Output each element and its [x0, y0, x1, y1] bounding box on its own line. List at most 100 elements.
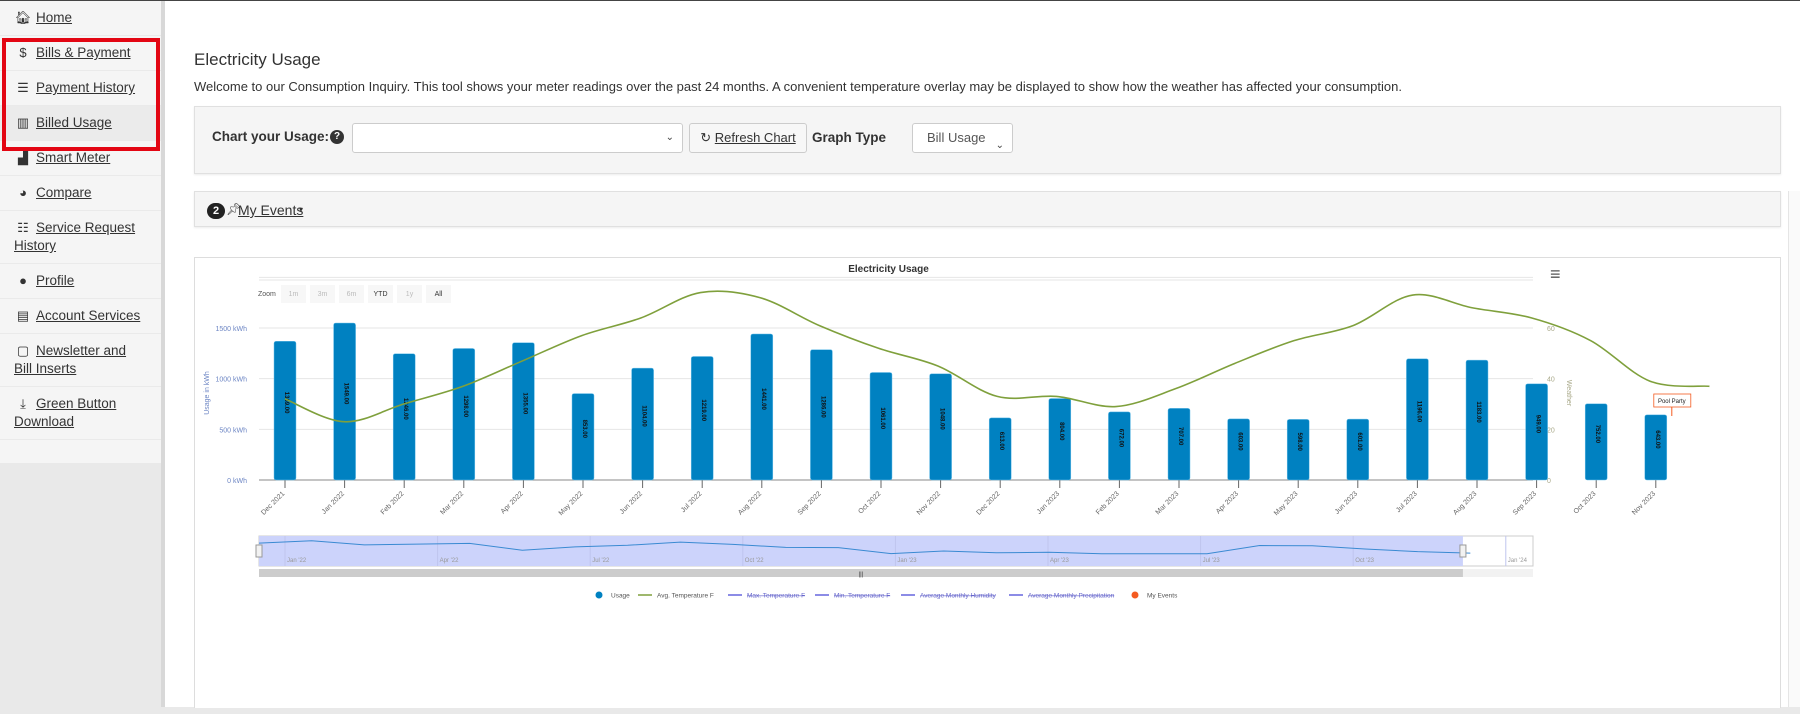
- usage-bar-label: 707.00: [1177, 427, 1183, 446]
- chart-menu-icon[interactable]: ≡: [1550, 264, 1561, 284]
- sidebar-item-billed-usage[interactable]: ▥ Billed Usage: [0, 106, 161, 141]
- zoom-button-label[interactable]: 3m: [318, 291, 328, 298]
- x-axis-tick-label: Nov 2022: [916, 490, 942, 516]
- usage-chart-container: Electricity Usage ≡ Zoom 1m 3m 6m YTD 1y All 0 kW…: [194, 257, 1781, 708]
- sidebar-item-label: Profile: [36, 273, 75, 288]
- x-axis-tick-label: Jul 2023: [1395, 490, 1419, 514]
- zoom-button-label[interactable]: YTD: [374, 291, 388, 298]
- zoom-button-label[interactable]: 1m: [289, 291, 299, 298]
- sidebar-nav: 🏠︎ Home $ Bills & Payment ☰ Payment History ▥ B…: [0, 1, 161, 463]
- x-axis-tick-label: Jun 2023: [1334, 490, 1359, 515]
- navigator-label: Apr '23: [1050, 558, 1069, 564]
- home-icon: 🏠︎: [14, 10, 32, 25]
- tasks-icon: ☷: [17, 220, 29, 235]
- x-axis-tick-label: May 2022: [558, 490, 585, 517]
- usage-bar-label: 1183.00: [1475, 401, 1481, 423]
- usage-bar-label: 1196.00: [1415, 401, 1421, 423]
- signal-icon: ▟: [18, 150, 28, 165]
- legend-symbol[interactable]: [1131, 591, 1139, 599]
- legend-item[interactable]: Average Monthly Humidity: [920, 593, 996, 600]
- x-axis-tick-label: Sep 2022: [797, 490, 823, 516]
- list-icon: ☰: [17, 80, 29, 95]
- right-axis-label: Weather: [1565, 380, 1572, 407]
- navigator-handle-right[interactable]: [1459, 544, 1467, 558]
- x-axis-tick-label: Mar 2022: [439, 490, 465, 516]
- navigator-label: Jul '22: [592, 558, 610, 564]
- legend-item[interactable]: Max. Temperature F: [747, 593, 805, 600]
- graph-type-label: Graph Type: [812, 130, 887, 145]
- download-icon: ⤓: [20, 396, 26, 411]
- sidebar-item-bills-payment[interactable]: $ Bills & Payment: [0, 36, 161, 71]
- usage-select[interactable]: ⌄: [352, 123, 683, 153]
- navigator-label: Jan '22: [287, 558, 307, 564]
- caret-down-icon: ▾: [299, 205, 304, 214]
- usage-bar-label: 752.00: [1594, 425, 1600, 444]
- scrollbar-grip-icon: |||: [859, 572, 864, 578]
- x-axis-tick-label: Mar 2023: [1155, 490, 1181, 516]
- sidebar-item-account-services[interactable]: ▤ Account Services: [0, 299, 161, 334]
- sidebar-item-label: Smart Meter: [36, 150, 111, 165]
- refresh-icon: ↻: [700, 130, 712, 145]
- sidebar-item-compare[interactable]: ◕ Compare: [0, 176, 161, 211]
- zoom-button-label[interactable]: 6m: [347, 291, 357, 298]
- right-axis-tick: 60: [1547, 326, 1555, 333]
- right-axis-tick: 20: [1547, 427, 1555, 434]
- sidebar-item-home[interactable]: 🏠︎ Home: [0, 1, 161, 36]
- left-axis-tick: 1500 kWh: [215, 326, 247, 333]
- x-axis-tick-label: Feb 2023: [1095, 490, 1121, 516]
- sidebar-item-smart-meter[interactable]: ▟ Smart Meter: [0, 141, 161, 176]
- sidebar-item-label: Home: [36, 10, 73, 25]
- dollar-icon: $: [19, 45, 27, 60]
- legend-item[interactable]: Avg. Temperature F: [657, 593, 714, 600]
- x-axis-tick-label: Sep 2023: [1512, 490, 1538, 516]
- legend-item[interactable]: My Events: [1147, 593, 1178, 600]
- graph-type-select[interactable]: Bill Usage ⌄: [912, 123, 1013, 153]
- sidebar-item-payment-history[interactable]: ☰ Payment History: [0, 71, 161, 106]
- chart-filters-panel: Chart your Usage: ? ⌄ ↻ Refresh Chart Gr…: [194, 106, 1781, 174]
- sidebar-item-profile[interactable]: ● Profile: [0, 264, 161, 299]
- page-scrollbar[interactable]: [1788, 191, 1800, 707]
- legend-item[interactable]: Min. Temperature F: [834, 593, 890, 600]
- usage-bar-label: 1104.00: [641, 405, 647, 427]
- my-events-dropdown[interactable]: My Events: [238, 202, 303, 218]
- page-description: Welcome to our Consumption Inquiry. This…: [194, 79, 1402, 94]
- x-axis-tick-label: Jan 2022: [321, 490, 346, 515]
- x-axis-tick-label: Jul 2022: [680, 490, 704, 514]
- sidebar-item-service-request-history[interactable]: ☷ Service Request History: [0, 211, 161, 264]
- usage-bar-label: 1246.00: [402, 398, 408, 420]
- chart-title: Electricity Usage: [848, 264, 929, 275]
- sidebar-item-label: Service Request History: [14, 220, 136, 253]
- file-icon: ▤: [16, 308, 30, 323]
- chevron-down-icon: ⌄: [665, 132, 674, 143]
- usage-bar-label: 601.00: [1356, 432, 1362, 451]
- sidebar-item-green-button-download[interactable]: ⤓ Green Button Download: [0, 387, 161, 440]
- usage-bar-label: 1549.00: [343, 383, 349, 405]
- sidebar-item-newsletter-and-bill-inserts[interactable]: ▢ Newsletter and Bill Inserts: [0, 334, 161, 387]
- usage-bar-label: 804.00: [1058, 422, 1064, 441]
- x-axis-tick-label: Jan 2023: [1036, 490, 1061, 515]
- usage-bar-label: 1061.00: [879, 407, 885, 429]
- avg-temperature-line: [284, 290, 1710, 423]
- navigator-label: Oct '22: [745, 558, 764, 564]
- refresh-chart-label: Refresh Chart: [714, 130, 796, 145]
- zoom-label: Zoom: [258, 291, 276, 298]
- help-icon[interactable]: ?: [330, 130, 344, 144]
- usage-bar-label: 1286.00: [819, 396, 825, 418]
- legend-item[interactable]: Usage: [611, 593, 630, 600]
- usage-bar-label: 1369.00: [283, 392, 289, 414]
- usage-bar-label: 853.00: [581, 420, 587, 439]
- x-axis-tick-label: Apr 2023: [1215, 490, 1240, 515]
- navigator-handle-left[interactable]: [255, 544, 263, 558]
- sidebar-item-label: Payment History: [36, 80, 136, 95]
- usage-bar-label: 1048.00: [939, 408, 945, 430]
- chart-usage-label: Chart your Usage:: [212, 129, 330, 144]
- x-axis-tick-label: Oct 2022: [857, 490, 882, 515]
- x-axis-tick-label: May 2023: [1273, 490, 1300, 517]
- left-axis-label: Usage in kWh: [204, 371, 211, 415]
- zoom-button-label[interactable]: All: [435, 291, 443, 298]
- bar-chart-icon: ▥: [16, 115, 30, 130]
- refresh-chart-button[interactable]: ↻ Refresh Chart: [689, 123, 807, 153]
- zoom-button-label[interactable]: 1y: [406, 291, 414, 298]
- legend-item[interactable]: Average Monthly Precipitation: [1028, 593, 1115, 600]
- legend-symbol[interactable]: [595, 591, 603, 599]
